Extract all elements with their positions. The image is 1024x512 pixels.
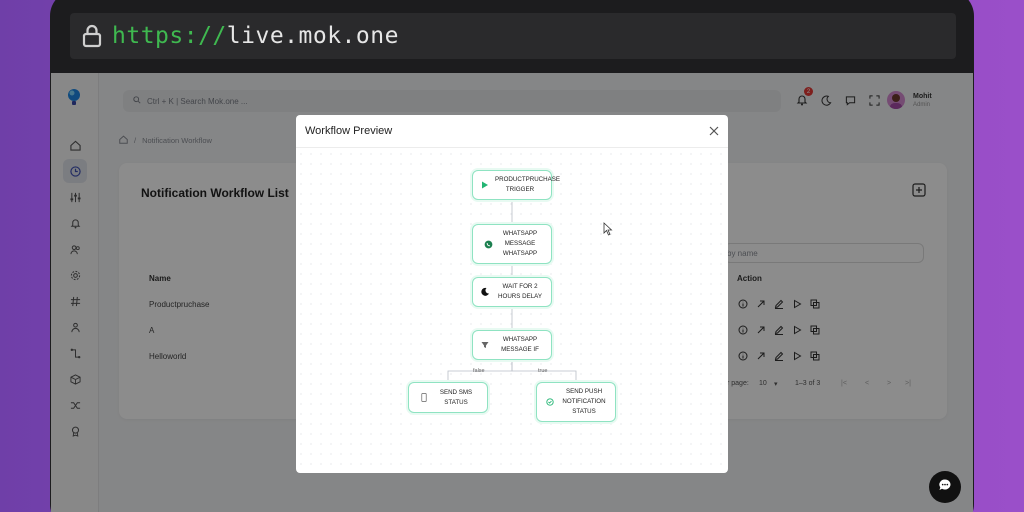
workflow-preview-modal: Workflow Preview PRODUCTPRUCHASE TRIGGER: [296, 115, 728, 473]
node-label: WHATSAPP MESSAGE IF: [501, 336, 539, 353]
sms-icon: [418, 392, 430, 404]
play-icon: [479, 179, 491, 191]
condition-node[interactable]: WHATSAPP MESSAGE IF: [472, 330, 552, 360]
address-bar[interactable]: https://live.mok.one: [70, 13, 956, 59]
filter-icon: [479, 339, 491, 351]
modal-header: Workflow Preview: [296, 115, 728, 148]
moon-icon: [479, 286, 491, 298]
node-label: SEND PUSH NOTIFICATION STATUS: [562, 388, 606, 415]
check-circle-icon: [544, 396, 556, 408]
close-icon[interactable]: [706, 123, 722, 139]
node-label: WAIT FOR 2 HOURS DELAY: [498, 283, 542, 300]
whatsapp-icon: [482, 238, 494, 250]
node-label: SEND SMS STATUS: [439, 388, 473, 406]
chat-button[interactable]: [929, 471, 961, 503]
node-label: PRODUCTPRUCHASE TRIGGER: [495, 176, 560, 193]
edge-label-false: false: [473, 368, 485, 374]
whatsapp-node[interactable]: WHATSAPP MESSAGE WHATSAPP: [472, 224, 552, 264]
push-node[interactable]: SEND PUSH NOTIFICATION STATUS: [536, 382, 616, 422]
node-label: WHATSAPP MESSAGE WHATSAPP: [502, 230, 538, 257]
url-scheme: https://: [112, 23, 227, 49]
delay-node[interactable]: WAIT FOR 2 HOURS DELAY: [472, 277, 552, 307]
workflow-canvas[interactable]: PRODUCTPRUCHASE TRIGGER WHATSAPP MESSAGE…: [296, 149, 728, 473]
url-text: https://live.mok.one: [112, 23, 399, 49]
mouse-cursor-icon: [603, 222, 613, 241]
trigger-node[interactable]: PRODUCTPRUCHASE TRIGGER: [472, 170, 560, 200]
sms-node[interactable]: SEND SMS STATUS: [408, 382, 488, 413]
modal-title: Workflow Preview: [305, 125, 393, 137]
url-host: live.mok.one: [226, 23, 399, 49]
app-screen: Ctrl + K | Search Mok.one ... 2 Mohit Ad…: [51, 73, 973, 512]
lock-icon: [74, 13, 110, 59]
chat-icon: [938, 478, 952, 497]
edge-label-true: true: [538, 368, 548, 374]
